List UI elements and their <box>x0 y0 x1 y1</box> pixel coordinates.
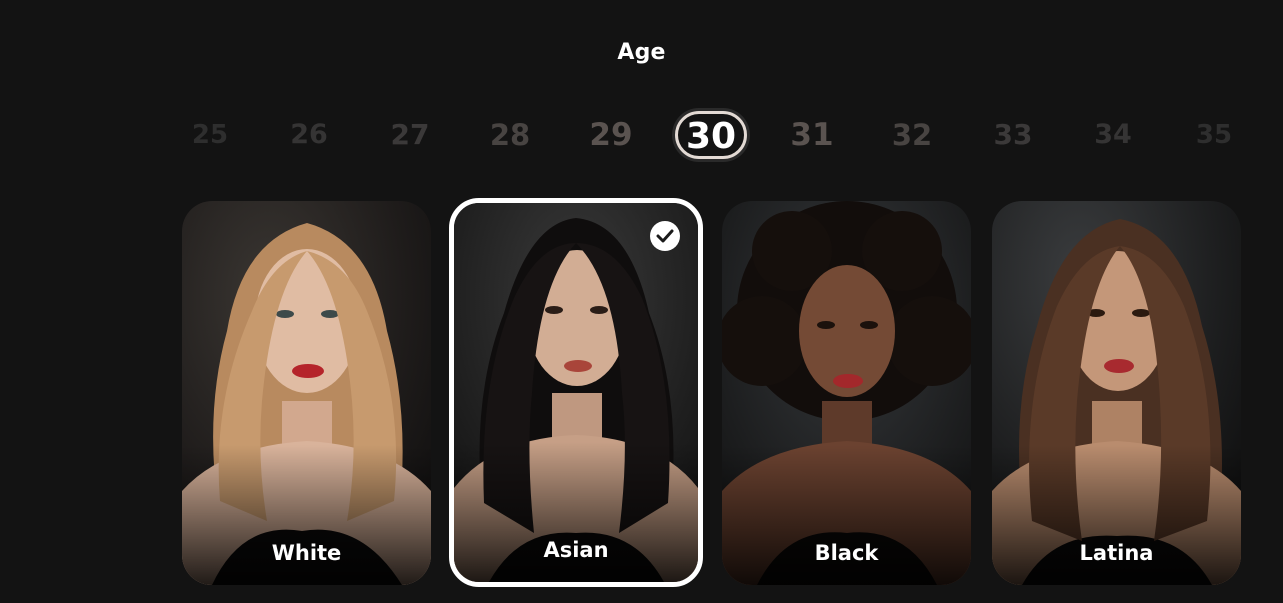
ethnicity-label-black: Black <box>814 541 879 565</box>
ethnicity-card-latina[interactable]: Latina <box>992 201 1241 585</box>
check-icon <box>650 221 680 251</box>
ethnicity-card-white[interactable]: White <box>182 201 431 585</box>
ethnicity-label-white: White <box>271 541 342 565</box>
ethnicity-label-asian: Asian <box>543 538 609 562</box>
ethnicity-label-latina: Latina <box>1079 541 1154 565</box>
ethnicity-options: White Asian Black Latina <box>0 0 1283 603</box>
ethnicity-card-asian[interactable]: Asian <box>449 198 703 587</box>
ethnicity-card-black[interactable]: Black <box>722 201 971 585</box>
